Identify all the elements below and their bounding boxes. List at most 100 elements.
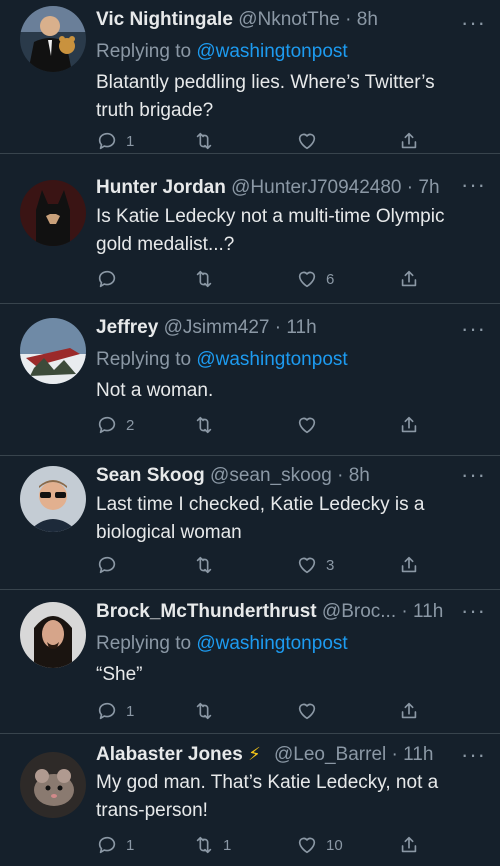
reply-button[interactable] — [96, 266, 126, 292]
share-button[interactable] — [398, 128, 420, 154]
author-handle[interactable]: @HunterJ70942480 — [231, 177, 401, 198]
timestamp[interactable]: 8h — [357, 9, 378, 30]
tweet[interactable]: ··· Hunter Jordan @HunterJ70942480 · 7h … — [0, 154, 500, 304]
tweet-header: Brock_McThunderthrust @Broc... · 11h — [96, 600, 486, 624]
author-name[interactable]: Jeffrey — [96, 317, 158, 338]
avatar-man-sunglasses-icon — [20, 466, 86, 532]
like-button[interactable]: 6 — [296, 266, 334, 292]
mention-link[interactable]: @washingtonpost — [196, 633, 347, 654]
avatar-rat-icon — [20, 752, 86, 818]
retweet-button[interactable] — [193, 128, 223, 154]
avatar-batman-icon — [20, 180, 86, 246]
reply-icon — [98, 416, 116, 434]
avatar-man-with-teddy-bear-icon — [20, 6, 86, 72]
reply-button[interactable]: 1 — [96, 832, 134, 858]
tweet[interactable]: ··· Jeffrey @Jsimm427 · 11h Replying to … — [0, 304, 500, 456]
mention-link[interactable]: @washingtonpost — [196, 41, 347, 62]
tweet-header: Jeffrey @Jsimm427 · 11h — [96, 316, 486, 340]
tweet-actions: 2 — [96, 412, 500, 438]
avatar[interactable] — [20, 752, 86, 818]
reply-count: 1 — [126, 702, 135, 720]
reply-count: 1 — [126, 836, 135, 854]
tweet-actions: 1 — [96, 698, 500, 724]
author-name[interactable]: Alabaster Jones — [96, 744, 243, 765]
tweet-header: Sean Skoog @sean_skoog · 8h — [96, 464, 486, 488]
share-button[interactable] — [398, 412, 420, 438]
share-button[interactable] — [398, 552, 420, 578]
like-button[interactable] — [296, 128, 326, 154]
tweet-text: Is Katie Ledecky not a multi-time Olympi… — [96, 206, 445, 255]
reply-icon — [98, 702, 116, 720]
reply-button[interactable]: 1 — [96, 128, 134, 154]
retweet-button[interactable] — [193, 266, 223, 292]
avatar-long-hair-man-icon — [20, 602, 86, 668]
heart-icon — [298, 557, 316, 574]
reply-icon — [98, 132, 116, 150]
share-button[interactable] — [398, 832, 420, 858]
share-button[interactable] — [398, 266, 420, 292]
timestamp[interactable]: 11h — [403, 744, 433, 765]
avatar[interactable] — [20, 466, 86, 532]
author-name[interactable]: Sean Skoog — [96, 465, 205, 486]
retweet-count: 1 — [223, 836, 232, 854]
author-handle[interactable]: @Leo_Barrel — [274, 744, 386, 765]
avatar[interactable] — [20, 6, 86, 72]
retweet-button[interactable] — [193, 698, 223, 724]
retweet-icon — [196, 836, 212, 854]
replying-to: Replying to @washingtonpost — [96, 346, 486, 374]
tweet-actions: 1 — [96, 128, 500, 154]
separator-dot: · — [337, 465, 344, 486]
tweet-actions: 3 — [96, 552, 500, 578]
author-handle[interactable]: @Broc... — [322, 601, 396, 622]
like-count: 10 — [326, 836, 343, 854]
separator-dot: · — [345, 9, 352, 30]
tweet-text: Last time I checked, Katie Ledecky is a … — [96, 494, 425, 543]
timestamp[interactable]: 8h — [349, 465, 370, 486]
author-handle[interactable]: @NknotThe — [238, 9, 340, 30]
like-count: 6 — [326, 270, 335, 288]
reply-button[interactable] — [96, 552, 126, 578]
retweet-icon — [196, 416, 212, 434]
tweet-actions: 1 1 10 — [96, 832, 500, 858]
author-name[interactable]: Hunter Jordan — [96, 177, 226, 198]
timestamp[interactable]: 11h — [413, 601, 443, 622]
avatar[interactable] — [20, 318, 86, 384]
avatar-snowy-boat-icon — [20, 318, 86, 384]
reply-button[interactable]: 1 — [96, 698, 134, 724]
reply-icon — [98, 270, 116, 288]
mention-link[interactable]: @washingtonpost — [196, 349, 347, 370]
replying-prefix: Replying to — [96, 633, 197, 654]
retweet-button[interactable] — [193, 552, 223, 578]
lightning-icon: ⚡ — [248, 744, 261, 764]
tweet[interactable]: ··· Sean Skoog @sean_skoog · 8h Last tim… — [0, 456, 500, 590]
reply-button[interactable]: 2 — [96, 412, 134, 438]
reply-count: 2 — [126, 416, 135, 434]
like-button[interactable] — [296, 698, 326, 724]
separator-dot: · — [406, 177, 414, 198]
retweet-button[interactable] — [193, 412, 223, 438]
avatar[interactable] — [20, 180, 86, 246]
share-button[interactable] — [398, 698, 420, 724]
share-icon — [401, 416, 417, 433]
author-name[interactable]: Brock_McThunderthrust — [96, 601, 317, 622]
author-handle[interactable]: @sean_skoog — [210, 465, 332, 486]
tweet-text: My god man. That’s Katie Ledecky, not a … — [96, 772, 439, 821]
share-icon — [401, 556, 417, 573]
avatar[interactable] — [20, 602, 86, 668]
author-handle[interactable]: @Jsimm427 — [164, 317, 270, 338]
retweet-icon — [196, 556, 212, 574]
like-button[interactable]: 10 — [296, 832, 343, 858]
separator-dot: · — [401, 601, 408, 622]
tweet[interactable]: ··· Vic Nightingale @NknotThe · 8h Reply… — [0, 0, 500, 154]
like-button[interactable] — [296, 412, 326, 438]
like-button[interactable]: 3 — [296, 552, 334, 578]
heart-icon — [298, 837, 316, 854]
separator-dot: · — [391, 744, 398, 765]
separator-dot: · — [274, 317, 282, 338]
timestamp[interactable]: 7h — [418, 177, 439, 198]
tweet[interactable]: ··· Alabaster Jones ⚡ @Leo_Barrel · 11h … — [0, 734, 500, 866]
timestamp[interactable]: 11h — [286, 317, 316, 338]
author-name[interactable]: Vic Nightingale — [96, 9, 233, 30]
retweet-button[interactable]: 1 — [193, 832, 231, 858]
tweet[interactable]: ··· Brock_McThunderthrust @Broc... · 11h… — [0, 590, 500, 734]
